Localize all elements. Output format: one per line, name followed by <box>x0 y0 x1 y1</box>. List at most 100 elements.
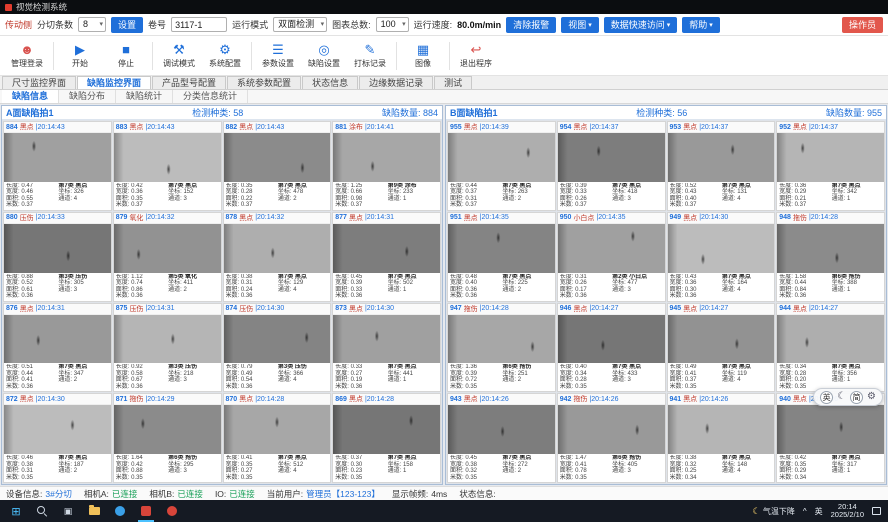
defect-thumbnail[interactable] <box>114 405 221 454</box>
defect-card[interactable]: 946 黑点 |20:14:27 长度: 0.40 宽度: 0.34 面积: 0… <box>557 303 666 393</box>
defect-card[interactable]: 880 压伤 |20:14:33 长度: 0.88 宽度: 0.52 面积: 0… <box>3 212 112 302</box>
defect-thumbnail[interactable] <box>448 315 555 364</box>
defect-thumbnail[interactable] <box>224 405 331 454</box>
defect-thumbnail[interactable] <box>558 405 665 454</box>
defect-card[interactable]: 942 拖伤 |20:14:26 长度: 1.47 宽度: 0.41 面积: 0… <box>557 393 666 483</box>
defect-thumbnail[interactable] <box>668 315 775 364</box>
defect-card[interactable]: 884 黑点 |20:14:43 长度: 0.47 宽度: 0.46 面积: 0… <box>3 121 112 211</box>
defect-card[interactable]: 953 黑点 |20:14:37 长度: 0.52 宽度: 0.43 面积: 0… <box>667 121 776 211</box>
subtab-class-info-stats[interactable]: 分类信息统计 <box>173 90 248 103</box>
run-mode-select[interactable]: 双面检测 <box>273 17 327 32</box>
weather-widget[interactable]: ☾ 气温下降 <box>753 506 795 517</box>
defect-thumbnail[interactable] <box>4 133 111 182</box>
clear-alarm-button[interactable]: 清除报警 <box>506 17 556 33</box>
defect-thumbnail[interactable] <box>668 133 775 182</box>
view-menu-button[interactable]: 视图▾ <box>561 17 599 33</box>
defect-thumbnail[interactable] <box>558 315 665 364</box>
defect-thumbnail[interactable] <box>777 315 884 364</box>
defect-card[interactable]: 948 拖伤 |20:14:28 长度: 1.58 宽度: 0.44 面积: 0… <box>776 212 885 302</box>
defect-thumbnail[interactable] <box>558 224 665 273</box>
defect-thumbnail[interactable] <box>777 224 884 273</box>
defect-thumbnail[interactable] <box>4 405 111 454</box>
action-button-image[interactable]: ▦图像 <box>400 38 446 74</box>
defect-thumbnail[interactable] <box>448 405 555 454</box>
gear-icon[interactable]: ⚙ <box>867 391 876 403</box>
browser-button[interactable] <box>108 500 132 522</box>
action-button-stop[interactable]: ■停止 <box>103 38 149 74</box>
action-button-exit[interactable]: ↩退出程序 <box>453 38 499 74</box>
action-button-mark-record[interactable]: ✎打标记录 <box>347 38 393 74</box>
defect-card[interactable]: 879 氧化 |20:14:32 长度: 1.12 宽度: 0.74 面积: 0… <box>113 212 222 302</box>
defect-thumbnail[interactable] <box>224 224 331 273</box>
defect-card[interactable]: 874 压伤 |20:14:30 长度: 0.79 宽度: 0.49 面积: 0… <box>223 303 332 393</box>
start-button[interactable]: ⊞ <box>4 500 28 522</box>
defect-card[interactable]: 882 黑点 |20:14:43 长度: 0.35 宽度: 0.28 面积: 0… <box>223 121 332 211</box>
defect-card[interactable]: 949 黑点 |20:14:30 长度: 0.43 宽度: 0.36 面积: 0… <box>667 212 776 302</box>
defect-thumbnail[interactable] <box>668 224 775 273</box>
defect-card[interactable]: 871 拖伤 |20:14:29 长度: 1.64 宽度: 0.42 面积: 0… <box>113 393 222 483</box>
defect-thumbnail[interactable] <box>4 315 111 364</box>
defect-card[interactable]: 955 黑点 |20:14:39 长度: 0.44 宽度: 0.37 面积: 0… <box>447 121 556 211</box>
defect-card[interactable]: 881 涂布 |20:14:41 长度: 1.25 宽度: 0.66 面积: 0… <box>332 121 441 211</box>
action-button-system-config[interactable]: ⚙系统配置 <box>202 38 248 74</box>
language-english-button[interactable]: 英 <box>820 391 833 404</box>
defect-thumbnail[interactable] <box>333 405 440 454</box>
action-button-param-settings[interactable]: ☰参数设置 <box>255 38 301 74</box>
defect-thumbnail[interactable] <box>668 405 775 454</box>
chart-total-select[interactable]: 100 <box>376 17 409 32</box>
action-button-start[interactable]: ▶开始 <box>57 38 103 74</box>
pinned-app-button[interactable] <box>160 500 184 522</box>
defect-card[interactable]: 952 黑点 |20:14:37 长度: 0.36 宽度: 0.29 面积: 0… <box>776 121 885 211</box>
defect-card[interactable]: 940 黑点 |20:14:26 长度: 0.42 宽度: 0.35 面积: 0… <box>776 393 885 483</box>
defect-thumbnail[interactable] <box>777 405 884 454</box>
defect-card[interactable]: 950 小白点 |20:14:35 长度: 0.31 宽度: 0.26 面积: … <box>557 212 666 302</box>
defect-thumbnail[interactable] <box>114 133 221 182</box>
slit-count-select[interactable]: 8 <box>78 17 106 32</box>
tab-status-info[interactable]: 状态信息 <box>302 76 358 89</box>
defect-thumbnail[interactable] <box>4 224 111 273</box>
tab-size-monitor[interactable]: 尺寸监控界面 <box>2 76 76 89</box>
defect-card[interactable]: 951 黑点 |20:14:35 长度: 0.48 宽度: 0.40 面积: 0… <box>447 212 556 302</box>
defect-card[interactable]: 876 黑点 |20:14:31 长度: 0.51 宽度: 0.44 面积: 0… <box>3 303 112 393</box>
defect-card[interactable]: 869 黑点 |20:14:28 长度: 0.37 宽度: 0.30 面积: 0… <box>332 393 441 483</box>
help-menu-button[interactable]: 帮助▾ <box>682 17 720 33</box>
defect-thumbnail[interactable] <box>114 224 221 273</box>
action-button-debug-mode[interactable]: ⚒调试模式 <box>156 38 202 74</box>
tab-defect-monitor[interactable]: 缺陷监控界面 <box>77 76 151 89</box>
action-button-defect-settings[interactable]: ◎缺陷设置 <box>301 38 347 74</box>
inspection-app-button[interactable] <box>134 500 158 522</box>
defect-thumbnail[interactable] <box>448 133 555 182</box>
subtab-defect-info[interactable]: 缺陷信息 <box>2 90 59 103</box>
defect-thumbnail[interactable] <box>333 315 440 364</box>
subtab-defect-distribution[interactable]: 缺陷分布 <box>59 90 116 103</box>
defect-thumbnail[interactable] <box>224 133 331 182</box>
defect-card[interactable]: 943 黑点 |20:14:26 长度: 0.45 宽度: 0.38 面积: 0… <box>447 393 556 483</box>
defect-card[interactable]: 944 黑点 |20:14:27 长度: 0.34 宽度: 0.28 面积: 0… <box>776 303 885 393</box>
operator-button[interactable]: 操作员 <box>842 17 883 33</box>
defect-card[interactable]: 870 黑点 |20:14:28 长度: 0.41 宽度: 0.35 面积: 0… <box>223 393 332 483</box>
defect-thumbnail[interactable] <box>333 224 440 273</box>
roll-number-input[interactable] <box>171 17 227 32</box>
dark-mode-moon-icon[interactable]: ☾ <box>837 391 846 403</box>
tab-edge-data[interactable]: 边缘数据记录 <box>359 76 433 89</box>
subtab-defect-stats[interactable]: 缺陷统计 <box>116 90 173 103</box>
tab-test[interactable]: 测试 <box>434 76 472 89</box>
defect-thumbnail[interactable] <box>114 315 221 364</box>
defect-thumbnail[interactable] <box>448 224 555 273</box>
slit-set-button[interactable]: 设置 <box>111 17 143 33</box>
tab-product-config[interactable]: 产品型号配置 <box>152 76 226 89</box>
tab-system-params[interactable]: 系统参数配置 <box>227 76 301 89</box>
defect-card[interactable]: 941 黑点 |20:14:26 长度: 0.38 宽度: 0.32 面积: 0… <box>667 393 776 483</box>
quick-data-menu-button[interactable]: 数据快速访问▾ <box>604 17 678 33</box>
file-explorer-button[interactable] <box>82 500 106 522</box>
tray-expand-button[interactable]: ^ <box>803 507 807 516</box>
defect-card[interactable]: 872 黑点 |20:14:30 长度: 0.46 宽度: 0.38 面积: 0… <box>3 393 112 483</box>
defect-card[interactable]: 873 黑点 |20:14:30 长度: 0.33 宽度: 0.27 面积: 0… <box>332 303 441 393</box>
defect-thumbnail[interactable] <box>777 133 884 182</box>
defect-thumbnail[interactable] <box>333 133 440 182</box>
ime-indicator[interactable]: 英 <box>815 506 823 517</box>
defect-thumbnail[interactable] <box>224 315 331 364</box>
defect-card[interactable]: 877 黑点 |20:14:31 长度: 0.45 宽度: 0.39 面积: 0… <box>332 212 441 302</box>
defect-thumbnail[interactable] <box>558 133 665 182</box>
defect-card[interactable]: 954 黑点 |20:14:37 长度: 0.39 宽度: 0.33 面积: 0… <box>557 121 666 211</box>
